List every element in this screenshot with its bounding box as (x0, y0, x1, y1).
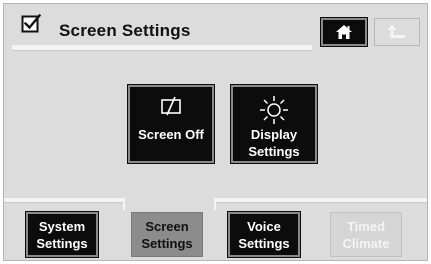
tab-label-line2: Settings (141, 235, 193, 251)
home-button[interactable] (321, 18, 367, 46)
display-settings-button[interactable]: Display Settings (231, 85, 317, 163)
screen-off-button[interactable]: Screen Off (128, 85, 214, 163)
tab-bar-divider-right (216, 198, 427, 203)
screen-settings-panel: Screen Settings Screen Off Display Setti… (3, 3, 428, 261)
tab-screen-settings[interactable]: Screen Settings (131, 212, 203, 257)
tab-bar-notch-left (123, 198, 125, 210)
tab-label-line1: Voice (247, 218, 281, 234)
screen-off-label: Screen Off (138, 127, 204, 142)
tab-label-line1: System (38, 218, 86, 234)
sun-icon (260, 96, 288, 124)
back-button[interactable] (374, 18, 420, 46)
tab-voice-settings[interactable]: Voice Settings (228, 212, 300, 257)
display-settings-label-line1: Display (250, 127, 298, 142)
header-divider (12, 45, 312, 51)
tab-system-settings[interactable]: System Settings (26, 212, 98, 257)
tab-timed-climate: Timed Climate (330, 212, 402, 257)
back-arrow-icon (387, 25, 405, 38)
checkbox-checked-icon (21, 14, 41, 33)
tab-label-line1: Screen (145, 218, 189, 234)
tab-bar-divider-left (4, 198, 123, 203)
tab-label-line1: Timed (346, 218, 386, 234)
screen-off-icon (161, 96, 181, 116)
tab-label-line2: Climate (342, 235, 390, 251)
page-title: Screen Settings (59, 21, 191, 40)
home-icon (336, 25, 352, 39)
tab-label-line2: Settings (36, 235, 88, 251)
tab-label-line2: Settings (238, 235, 290, 251)
display-settings-label-line2: Settings (248, 144, 300, 159)
